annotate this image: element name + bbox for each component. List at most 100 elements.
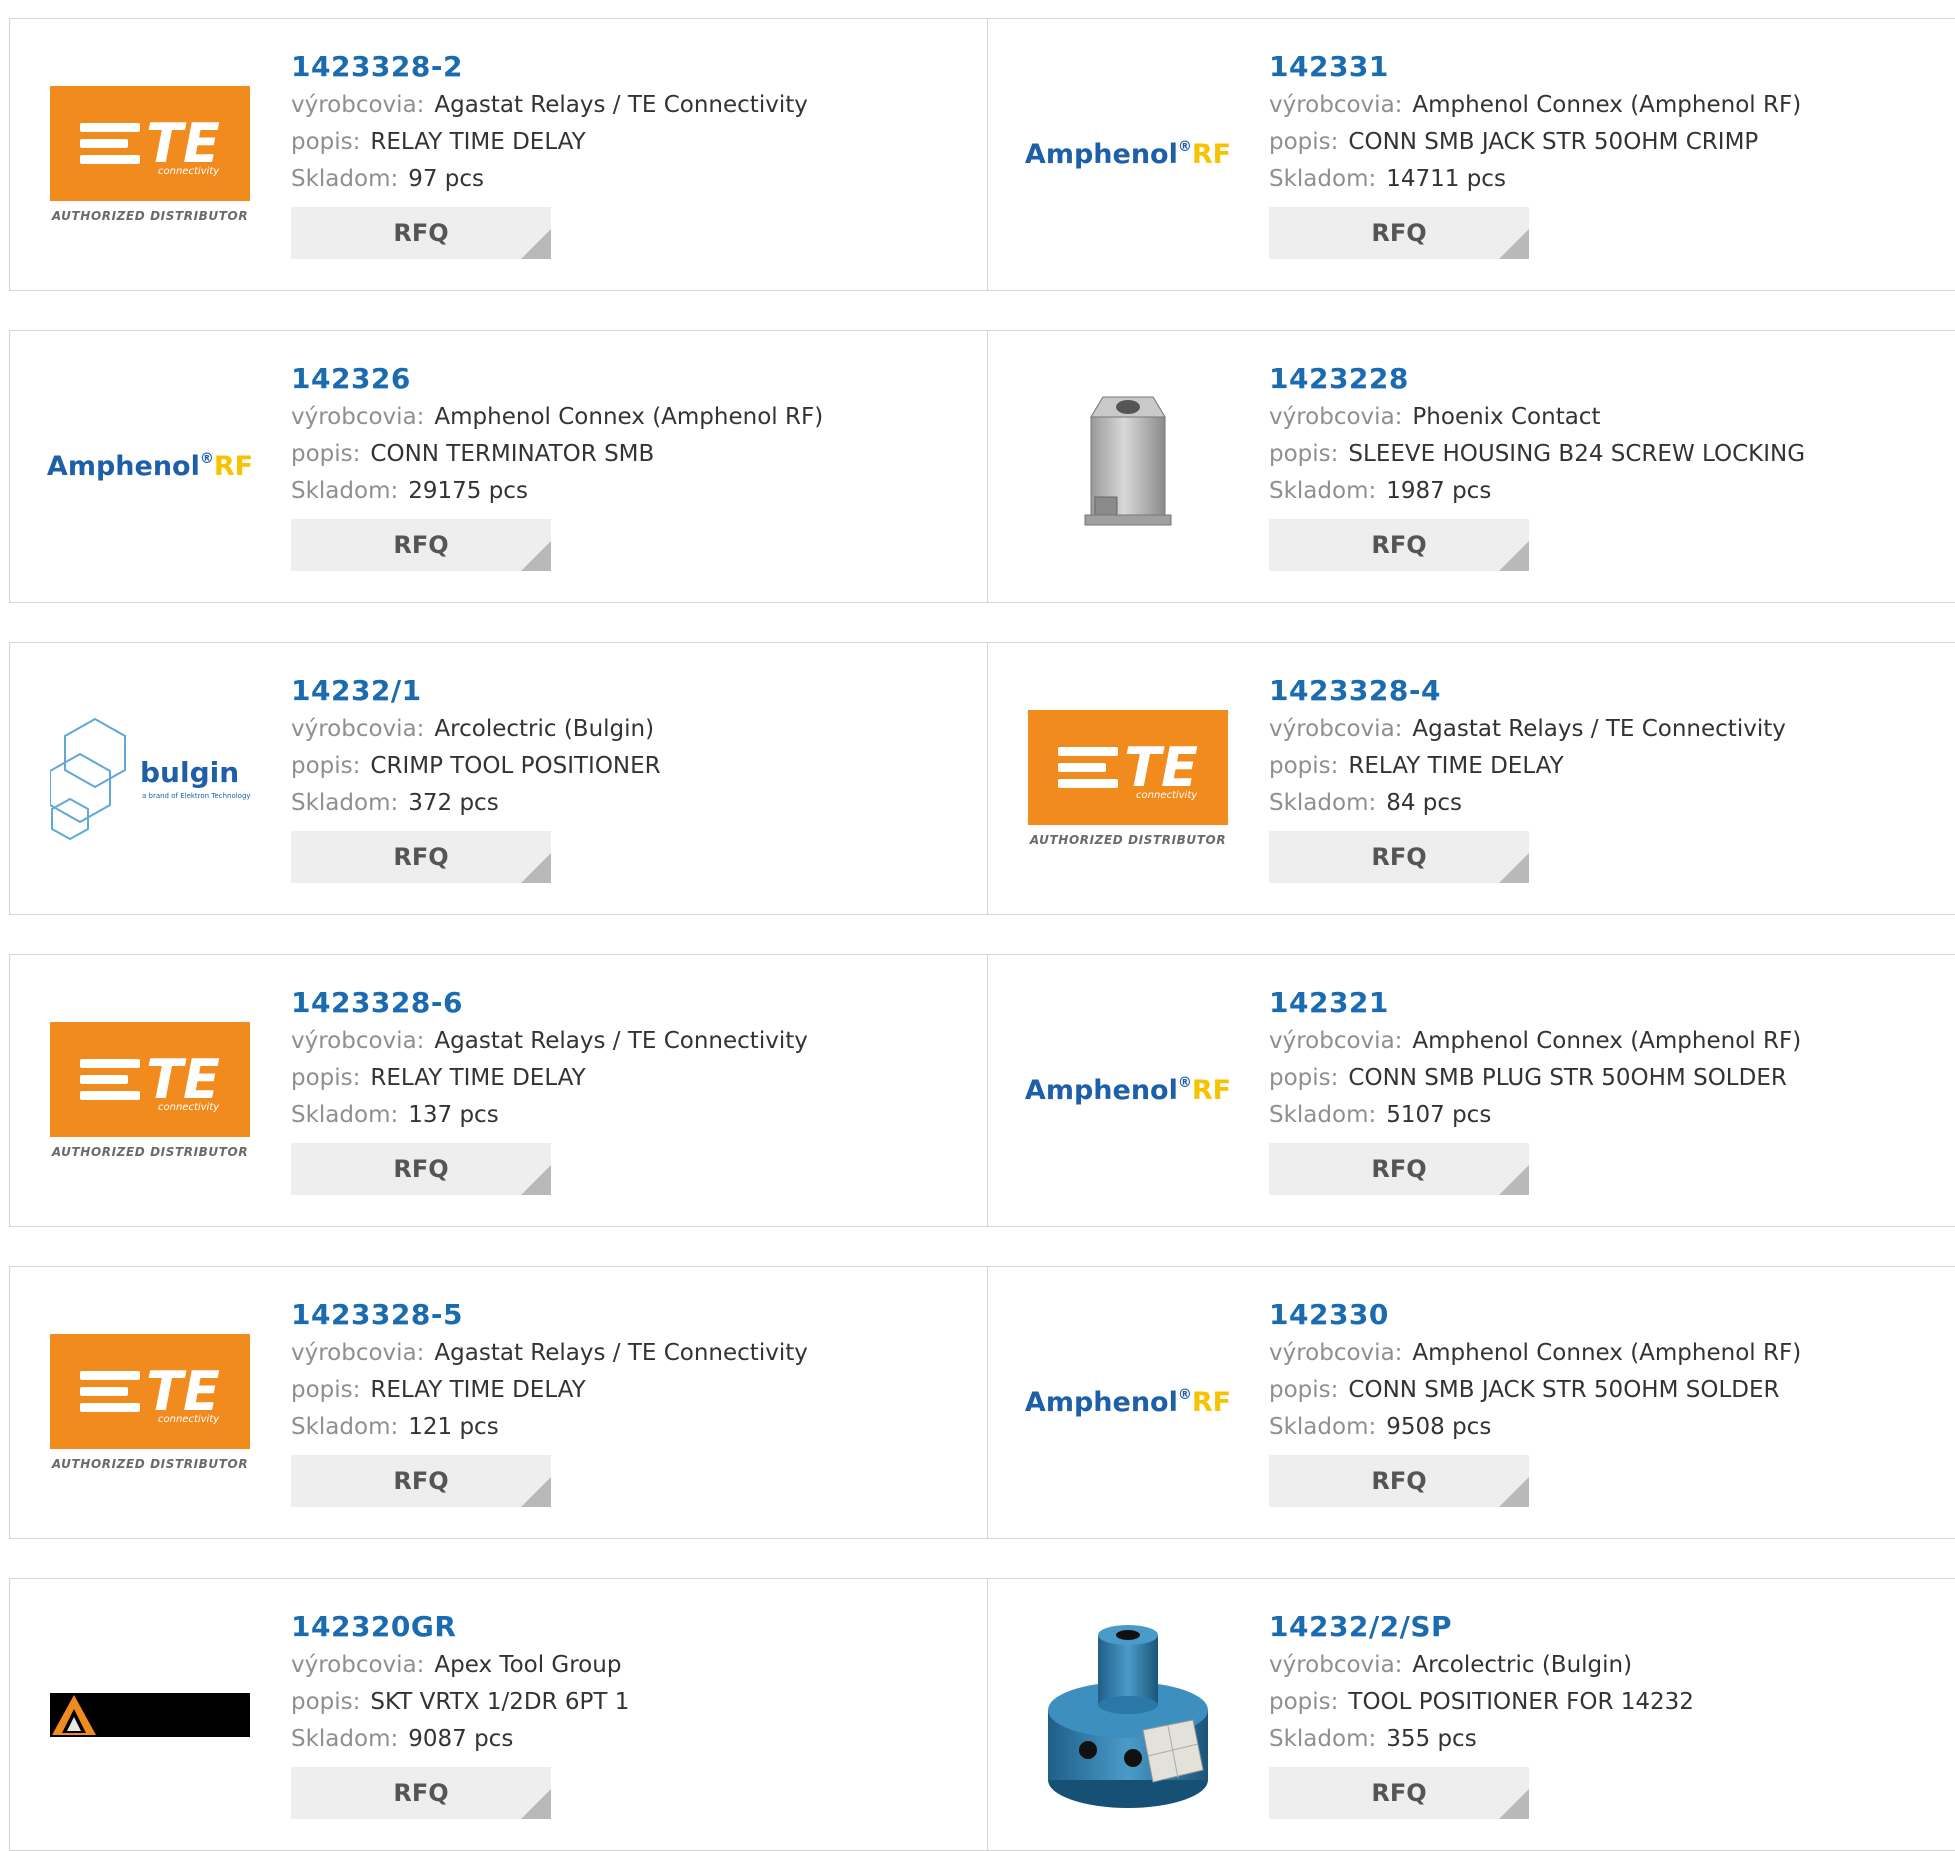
- product-row: TE connectivity AUTHORIZED DISTRIBUTOR 1…: [9, 954, 1955, 1227]
- rfq-button[interactable]: RFQ: [1269, 207, 1529, 259]
- product-card: 142320GR výrobcovia: Apex Tool Group popi…: [10, 1579, 988, 1850]
- stock-value: 9508 pcs: [1386, 1414, 1492, 1440]
- manufacturer-value: Agastat Relays / TE Connectivity: [434, 1340, 808, 1366]
- part-number-link[interactable]: 14232/1: [291, 671, 951, 711]
- manufacturer-label: výrobcovia:: [1269, 716, 1403, 742]
- te-connectivity-logo[interactable]: TE connectivity AUTHORIZED DISTRIBUTOR: [1028, 673, 1228, 884]
- product-card: 1423228 výrobcovia: Phoenix Contact popis…: [988, 331, 1955, 602]
- product-row: Amphenol®RF 142326 výrobcovia: Amphenol C…: [9, 330, 1955, 603]
- te-connectivity-logo[interactable]: TE connectivity AUTHORIZED DISTRIBUTOR: [50, 1297, 250, 1508]
- stock-label: Skladom:: [1269, 1414, 1377, 1440]
- amphenol-rf-logo[interactable]: Amphenol®RF: [1025, 49, 1231, 260]
- stock-label: Skladom:: [1269, 1726, 1377, 1752]
- part-number-link[interactable]: 1423328-2: [291, 47, 951, 87]
- description-value: SKT VRTX 1/2DR 6PT 1: [370, 1689, 630, 1715]
- description-value: RELAY TIME DELAY: [370, 1065, 586, 1091]
- stock-value: 5107 pcs: [1386, 1102, 1492, 1128]
- manufacturer-value: Agastat Relays / TE Connectivity: [1412, 716, 1786, 742]
- part-number-link[interactable]: 142331: [1269, 47, 1929, 87]
- manufacturer-label: výrobcovia:: [1269, 92, 1403, 118]
- stock-label: Skladom:: [291, 1414, 399, 1440]
- part-number-link[interactable]: 142326: [291, 359, 951, 399]
- stock-value: 9087 pcs: [408, 1726, 514, 1752]
- rfq-button[interactable]: RFQ: [291, 831, 551, 883]
- stock-label: Skladom:: [1269, 166, 1377, 192]
- part-number-link[interactable]: 1423228: [1269, 359, 1929, 399]
- rfq-button[interactable]: RFQ: [1269, 831, 1529, 883]
- description-value: CONN TERMINATOR SMB: [370, 441, 655, 467]
- part-number-link[interactable]: 1423328-6: [291, 983, 951, 1023]
- manufacturer-value: Arcolectric (Bulgin): [1412, 1652, 1633, 1678]
- stock-label: Skladom:: [1269, 790, 1377, 816]
- product-card: TE connectivity AUTHORIZED DISTRIBUTOR 1…: [988, 643, 1955, 914]
- sleeve-housing-image[interactable]: [1028, 361, 1228, 572]
- description-label: popis:: [1269, 1065, 1339, 1091]
- stock-value: 372 pcs: [408, 790, 499, 816]
- part-number-link[interactable]: 142321: [1269, 983, 1929, 1023]
- manufacturer-value: Amphenol Connex (Amphenol RF): [1412, 1340, 1802, 1366]
- stock-label: Skladom:: [291, 478, 399, 504]
- rfq-button[interactable]: RFQ: [1269, 1767, 1529, 1819]
- rfq-button[interactable]: RFQ: [291, 1767, 551, 1819]
- amphenol-rf-logo[interactable]: Amphenol®RF: [1025, 1297, 1231, 1508]
- description-value: CONN SMB JACK STR 50OHM CRIMP: [1348, 129, 1759, 155]
- manufacturer-label: výrobcovia:: [291, 716, 425, 742]
- stock-label: Skladom:: [1269, 1102, 1377, 1128]
- product-card: Amphenol®RF 142321 výrobcovia: Amphenol C…: [988, 955, 1955, 1226]
- manufacturer-value: Agastat Relays / TE Connectivity: [434, 92, 808, 118]
- manufacturer-label: výrobcovia:: [291, 404, 425, 430]
- description-value: TOOL POSITIONER FOR 14232: [1348, 1689, 1694, 1715]
- rfq-button[interactable]: RFQ: [1269, 1455, 1529, 1507]
- description-label: popis:: [291, 1689, 361, 1715]
- rfq-button[interactable]: RFQ: [291, 1455, 551, 1507]
- manufacturer-label: výrobcovia:: [1269, 1340, 1403, 1366]
- te-connectivity-logo[interactable]: TE connectivity AUTHORIZED DISTRIBUTOR: [50, 985, 250, 1196]
- manufacturer-value: Phoenix Contact: [1412, 404, 1601, 430]
- part-number-link[interactable]: 1423328-5: [291, 1295, 951, 1335]
- manufacturer-value: Amphenol Connex (Amphenol RF): [1412, 1028, 1802, 1054]
- manufacturer-label: výrobcovia:: [291, 1652, 425, 1678]
- rfq-button[interactable]: RFQ: [291, 207, 551, 259]
- stock-value: 121 pcs: [408, 1414, 499, 1440]
- rfq-button[interactable]: RFQ: [1269, 1143, 1529, 1195]
- description-label: popis:: [1269, 1377, 1339, 1403]
- part-number-link[interactable]: 1423328-4: [1269, 671, 1929, 711]
- product-card: bulgin a brand of Elektron Technology 14…: [10, 643, 988, 914]
- amphenol-rf-logo[interactable]: Amphenol®RF: [47, 361, 253, 572]
- manufacturer-value: Arcolectric (Bulgin): [434, 716, 655, 742]
- manufacturer-label: výrobcovia:: [291, 1340, 425, 1366]
- description-value: CONN SMB JACK STR 50OHM SOLDER: [1348, 1377, 1780, 1403]
- product-card: Amphenol®RF 142331 výrobcovia: Amphenol C…: [988, 19, 1955, 290]
- rfq-button[interactable]: RFQ: [291, 1143, 551, 1195]
- product-card: TE connectivity AUTHORIZED DISTRIBUTOR 1…: [10, 19, 988, 290]
- description-value: RELAY TIME DELAY: [1348, 753, 1564, 779]
- part-number-link[interactable]: 142320GR: [291, 1607, 951, 1647]
- amphenol-rf-logo[interactable]: Amphenol®RF: [1025, 985, 1231, 1196]
- description-value: CONN SMB PLUG STR 50OHM SOLDER: [1348, 1065, 1787, 1091]
- stock-label: Skladom:: [291, 166, 399, 192]
- manufacturer-label: výrobcovia:: [291, 92, 425, 118]
- stock-label: Skladom:: [291, 1102, 399, 1128]
- manufacturer-value: Agastat Relays / TE Connectivity: [434, 1028, 808, 1054]
- rfq-button[interactable]: RFQ: [1269, 519, 1529, 571]
- stock-value: 355 pcs: [1386, 1726, 1477, 1752]
- te-connectivity-logo[interactable]: TE connectivity AUTHORIZED DISTRIBUTOR: [50, 49, 250, 260]
- product-card: 14232/2/SP výrobcovia: Arcolectric (Bulgi…: [988, 1579, 1955, 1850]
- manufacturer-label: výrobcovia:: [1269, 1028, 1403, 1054]
- apex-tool-group-logo[interactable]: [50, 1609, 250, 1820]
- stock-value: 84 pcs: [1386, 790, 1463, 816]
- rfq-button[interactable]: RFQ: [291, 519, 551, 571]
- bulgin-logo[interactable]: bulgin a brand of Elektron Technology: [50, 673, 251, 884]
- part-number-link[interactable]: 14232/2/SP: [1269, 1607, 1929, 1647]
- description-label: popis:: [291, 753, 361, 779]
- manufacturer-value: Amphenol Connex (Amphenol RF): [434, 404, 824, 430]
- tool-positioner-image[interactable]: [1028, 1609, 1228, 1820]
- part-number-link[interactable]: 142330: [1269, 1295, 1929, 1335]
- manufacturer-value: Amphenol Connex (Amphenol RF): [1412, 92, 1802, 118]
- stock-value: 137 pcs: [408, 1102, 499, 1128]
- product-row: 142320GR výrobcovia: Apex Tool Group popi…: [9, 1578, 1955, 1851]
- stock-value: 14711 pcs: [1386, 166, 1506, 192]
- stock-value: 1987 pcs: [1386, 478, 1492, 504]
- description-label: popis:: [291, 441, 361, 467]
- stock-value: 29175 pcs: [408, 478, 528, 504]
